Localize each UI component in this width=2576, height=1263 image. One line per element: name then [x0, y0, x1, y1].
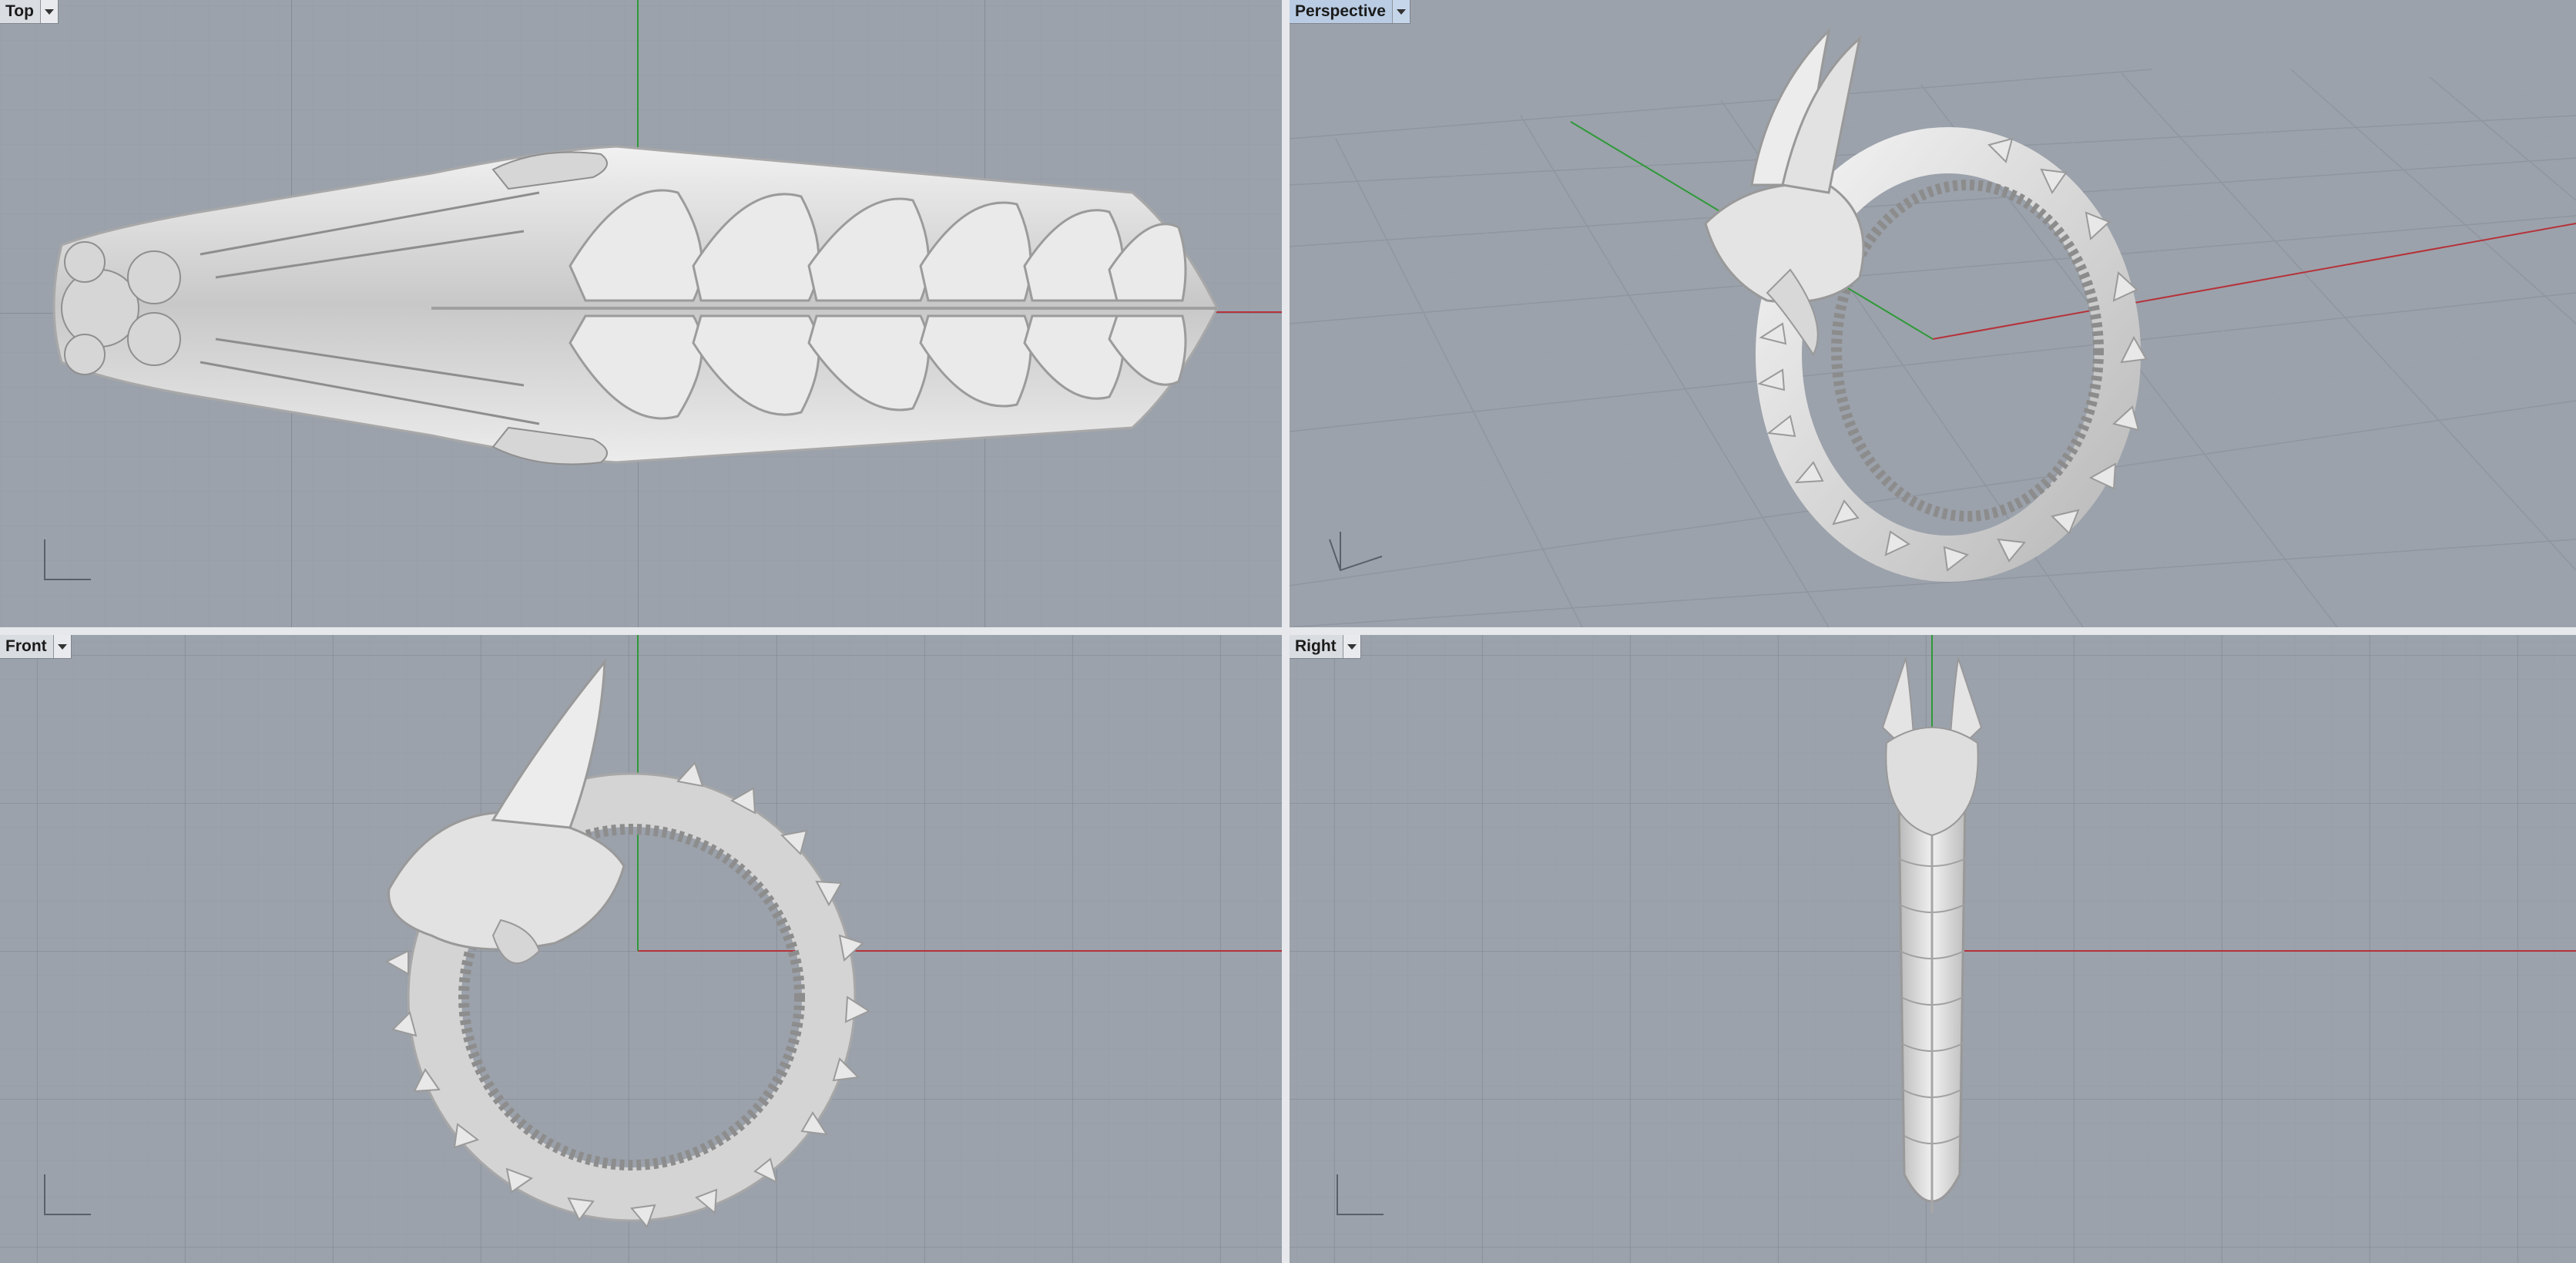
- viewport-title[interactable]: Front: [0, 635, 53, 658]
- viewport-title[interactable]: Right: [1290, 635, 1343, 658]
- viewport-top[interactable]: Top: [0, 0, 1282, 627]
- perspective-viewport-canvas[interactable]: [1290, 0, 2576, 627]
- viewport-front[interactable]: Front: [0, 635, 1282, 1263]
- world-axes-indicator-icon: [1329, 532, 1383, 572]
- x-axis-line: [1932, 223, 2576, 340]
- viewport-title[interactable]: Perspective: [1290, 0, 1392, 23]
- viewport-right[interactable]: Right: [1290, 635, 2576, 1263]
- viewport-perspective[interactable]: Perspective: [1290, 0, 2576, 627]
- viewport-menu-dropdown-icon[interactable]: [39, 0, 58, 23]
- top-viewport-canvas[interactable]: [0, 0, 1282, 627]
- front-viewport-canvas[interactable]: [0, 635, 1282, 1263]
- viewport-label-right[interactable]: Right: [1290, 635, 1361, 659]
- viewport-menu-dropdown-icon[interactable]: [1391, 0, 1410, 23]
- dragon-ring-model[interactable]: [1704, 27, 2148, 582]
- viewport-menu-dropdown-icon[interactable]: [1342, 635, 1360, 658]
- viewport-menu-dropdown-icon[interactable]: [52, 635, 71, 658]
- right-viewport-canvas[interactable]: [1290, 635, 2576, 1263]
- viewport-label-perspective[interactable]: Perspective: [1290, 0, 1410, 24]
- viewport-label-top[interactable]: Top: [0, 0, 59, 24]
- viewport-title[interactable]: Top: [0, 0, 40, 23]
- viewport-label-front[interactable]: Front: [0, 635, 72, 659]
